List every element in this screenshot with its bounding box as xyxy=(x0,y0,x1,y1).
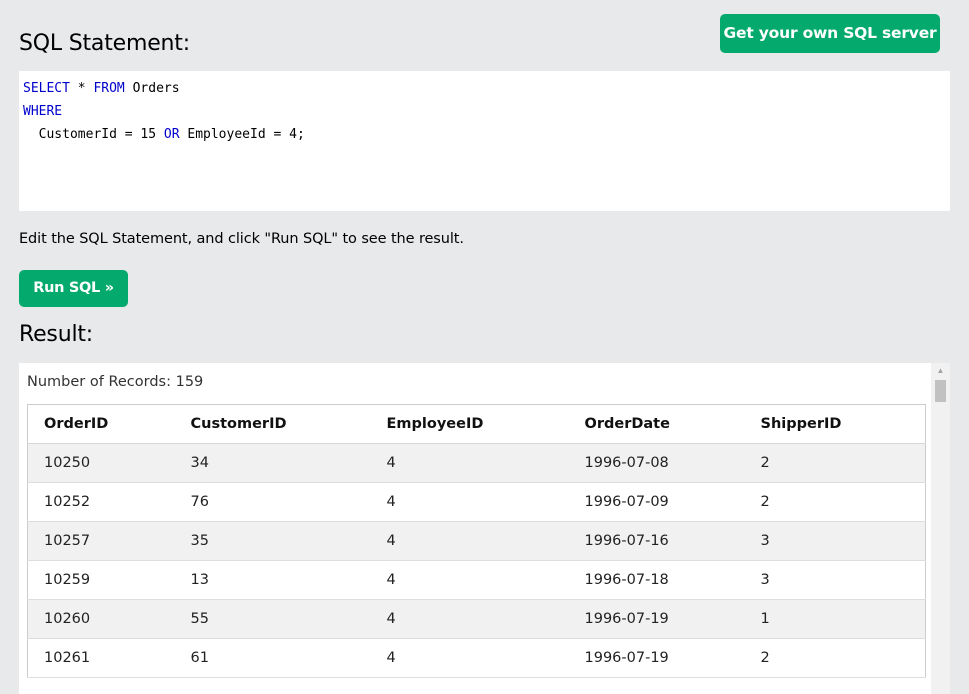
table-cell: 10259 xyxy=(27,560,175,600)
table-cell: 10260 xyxy=(27,599,175,639)
table-cell: 10261 xyxy=(27,638,175,678)
sql-keyword: WHERE xyxy=(23,104,63,119)
table-cell: 1 xyxy=(744,599,926,639)
sql-text: EmployeeId = 4; xyxy=(179,127,305,142)
table-cell: 10257 xyxy=(27,521,175,561)
column-header-customerid: CustomerID xyxy=(174,404,371,444)
sql-text: * xyxy=(69,81,94,96)
table-cell: 3 xyxy=(744,521,926,561)
table-cell: 4 xyxy=(370,443,569,483)
table-cell: 10250 xyxy=(27,443,175,483)
table-cell: 61 xyxy=(174,638,371,678)
table-cell: 1996-07-09 xyxy=(568,482,745,522)
table-cell: 4 xyxy=(370,521,569,561)
table-cell: 2 xyxy=(744,482,926,522)
table-cell: 4 xyxy=(370,599,569,639)
table-cell: 10252 xyxy=(27,482,175,522)
table-cell: 4 xyxy=(370,638,569,678)
get-sql-server-button[interactable]: Get your own SQL server xyxy=(720,14,940,53)
table-header-row: OrderID CustomerID EmployeeID OrderDate … xyxy=(27,404,926,444)
column-header-orderdate: OrderDate xyxy=(568,404,745,444)
table-row: 10260 55 4 1996-07-19 1 xyxy=(27,599,926,639)
result-heading: Result: xyxy=(19,322,93,347)
result-scrollbar[interactable]: ▲ xyxy=(931,363,950,694)
table-row: 10261 61 4 1996-07-19 2 xyxy=(27,638,926,678)
table-cell: 13 xyxy=(174,560,371,600)
sql-keyword: SELECT xyxy=(23,81,70,96)
record-count: Number of Records: 159 xyxy=(27,374,204,390)
sql-statement-heading: SQL Statement: xyxy=(19,31,190,56)
table-row: 10257 35 4 1996-07-16 3 xyxy=(27,521,926,561)
sql-keyword: OR xyxy=(163,127,180,142)
table-row: 10250 34 4 1996-07-08 2 xyxy=(27,443,926,483)
sql-tryit-panel: Get your own SQL server SQL Statement: S… xyxy=(0,0,969,694)
sql-text: CustomerId = 15 xyxy=(23,127,164,142)
sql-text: Orders xyxy=(124,81,180,96)
sql-keyword: FROM xyxy=(93,81,125,96)
table-cell: 1996-07-16 xyxy=(568,521,745,561)
code-line: WHERE xyxy=(23,100,946,123)
table-cell: 34 xyxy=(174,443,371,483)
table-cell: 4 xyxy=(370,560,569,600)
table-row: 10259 13 4 1996-07-18 3 xyxy=(27,560,926,600)
table-cell: 1996-07-18 xyxy=(568,560,745,600)
table-cell: 1996-07-19 xyxy=(568,638,745,678)
table-cell: 3 xyxy=(744,560,926,600)
table-cell: 1996-07-08 xyxy=(568,443,745,483)
table-cell: 35 xyxy=(174,521,371,561)
scrollbar-thumb[interactable] xyxy=(935,380,946,402)
table-cell: 1996-07-19 xyxy=(568,599,745,639)
table-cell: 4 xyxy=(370,482,569,522)
result-table: OrderID CustomerID EmployeeID OrderDate … xyxy=(27,404,926,678)
scroll-up-arrow-icon[interactable]: ▲ xyxy=(931,363,950,378)
code-line: SELECT * FROM Orders xyxy=(23,77,946,100)
table-row: 10252 76 4 1996-07-09 2 xyxy=(27,482,926,522)
column-header-shipperid: ShipperID xyxy=(744,404,926,444)
table-cell: 55 xyxy=(174,599,371,639)
table-cell: 76 xyxy=(174,482,371,522)
column-header-employeeid: EmployeeID xyxy=(370,404,569,444)
table-cell: 2 xyxy=(744,443,926,483)
table-cell: 2 xyxy=(744,638,926,678)
code-line: CustomerId = 15 OR EmployeeId = 4; xyxy=(23,123,946,146)
result-panel[interactable]: Number of Records: 159 OrderID CustomerI… xyxy=(19,363,950,694)
instructions-text: Edit the SQL Statement, and click "Run S… xyxy=(19,231,464,247)
column-header-orderid: OrderID xyxy=(27,404,175,444)
sql-editor[interactable]: SELECT * FROM Orders WHERE CustomerId = 1… xyxy=(19,71,950,211)
run-sql-button[interactable]: Run SQL » xyxy=(19,270,128,307)
